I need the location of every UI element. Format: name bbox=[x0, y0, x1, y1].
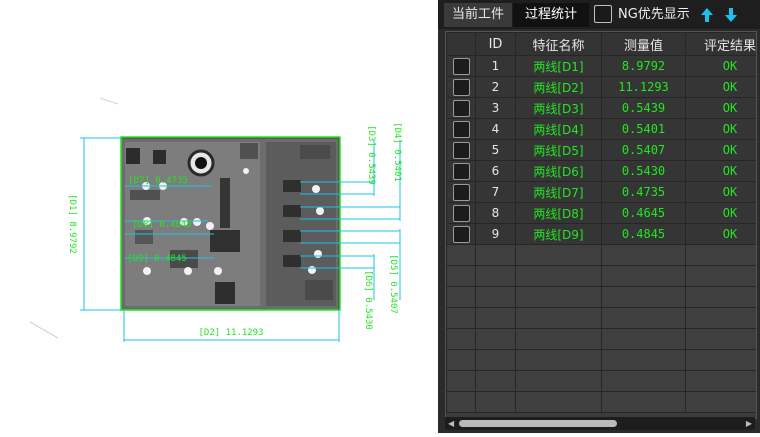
row-result: OK bbox=[685, 181, 756, 203]
row-id: 9 bbox=[475, 223, 516, 245]
table-header-row: ID 特征名称 测量值 评定结果 bbox=[446, 32, 756, 56]
row-measured-value: 0.4735 bbox=[601, 181, 686, 203]
table-row[interactable]: 7 两线[D7] 0.4735 OK bbox=[446, 181, 756, 203]
row-result: OK bbox=[685, 202, 756, 224]
scroll-left-icon[interactable]: ◀ bbox=[448, 419, 454, 428]
table-row[interactable]: 6 两线[D6] 0.5430 OK bbox=[446, 160, 756, 182]
ng-first-checkbox[interactable] bbox=[594, 5, 612, 23]
row-result: OK bbox=[685, 55, 756, 77]
row-feature-name: 两线[D1] bbox=[515, 55, 602, 77]
dimension-label-d1: [D1] 8.9792 bbox=[67, 194, 77, 254]
empty-row bbox=[446, 391, 756, 413]
row-id: 3 bbox=[475, 97, 516, 119]
row-result: OK bbox=[685, 223, 756, 245]
row-feature-name: 两线[D3] bbox=[515, 97, 602, 119]
row-checkbox[interactable] bbox=[452, 57, 470, 75]
empty-row bbox=[446, 286, 756, 308]
row-checkbox[interactable] bbox=[452, 99, 470, 117]
row-feature-name: 两线[D9] bbox=[515, 223, 602, 245]
panel-toolbar: 当前工件 过程统计 NG优先显示 bbox=[438, 0, 760, 29]
row-checkbox[interactable] bbox=[452, 78, 470, 96]
row-checkbox[interactable] bbox=[452, 183, 470, 201]
row-feature-name: 两线[D4] bbox=[515, 118, 602, 140]
tab-process-statistics[interactable]: 过程统计 bbox=[513, 3, 589, 27]
row-measured-value: 0.4845 bbox=[601, 223, 686, 245]
table-row[interactable]: 4 两线[D4] 0.5401 OK bbox=[446, 118, 756, 140]
row-feature-name: 两线[D5] bbox=[515, 139, 602, 161]
empty-row bbox=[446, 349, 756, 371]
scrollbar-thumb[interactable] bbox=[459, 420, 617, 427]
dimension-label-d7: [D7] 0.4735 bbox=[128, 176, 188, 186]
background-scratch bbox=[99, 97, 119, 105]
measurement-table: ID 特征名称 测量值 评定结果 1 两线[D1] 8.9792 OK 2 两线… bbox=[445, 31, 757, 419]
empty-row bbox=[446, 328, 756, 350]
row-measured-value: 0.5401 bbox=[601, 118, 686, 140]
row-result: OK bbox=[685, 97, 756, 119]
row-checkbox[interactable] bbox=[452, 225, 470, 243]
empty-row bbox=[446, 307, 756, 329]
row-measured-value: 0.4645 bbox=[601, 202, 686, 224]
background-scratch bbox=[29, 321, 59, 339]
row-id: 4 bbox=[475, 118, 516, 140]
dimension-label-d2: [D2] 11.1293 bbox=[198, 328, 263, 338]
horizontal-scrollbar[interactable]: ◀ ▶ bbox=[445, 417, 755, 430]
arrow-down-icon[interactable] bbox=[724, 7, 738, 23]
table-row[interactable]: 8 两线[D8] 0.4645 OK bbox=[446, 202, 756, 224]
scroll-right-icon[interactable]: ▶ bbox=[746, 419, 752, 428]
dimension-label-d6: [D6] 0.5430 bbox=[363, 270, 373, 330]
row-feature-name: 两线[D6] bbox=[515, 160, 602, 182]
table-row[interactable]: 2 两线[D2] 11.1293 OK bbox=[446, 76, 756, 98]
row-checkbox[interactable] bbox=[452, 120, 470, 138]
row-result: OK bbox=[685, 118, 756, 140]
row-checkbox[interactable] bbox=[452, 204, 470, 222]
dimension-label-d4: [D4] 0.5401 bbox=[392, 122, 402, 182]
row-measured-value: 0.5407 bbox=[601, 139, 686, 161]
dimension-label-d5: [D5] 0.5407 bbox=[388, 254, 398, 314]
header-select bbox=[446, 32, 476, 56]
row-checkbox[interactable] bbox=[452, 141, 470, 159]
row-id: 5 bbox=[475, 139, 516, 161]
row-feature-name: 两线[D2] bbox=[515, 76, 602, 98]
header-result: 评定结果 bbox=[685, 32, 756, 56]
table-row[interactable]: 1 两线[D1] 8.9792 OK bbox=[446, 55, 756, 77]
empty-row bbox=[446, 370, 756, 392]
row-measured-value: 0.5439 bbox=[601, 97, 686, 119]
tab-current-workpiece[interactable]: 当前工件 bbox=[444, 3, 512, 27]
row-measured-value: 11.1293 bbox=[601, 76, 686, 98]
row-feature-name: 两线[D7] bbox=[515, 181, 602, 203]
row-checkbox[interactable] bbox=[452, 162, 470, 180]
header-feature-name: 特征名称 bbox=[515, 32, 602, 56]
row-result: OK bbox=[685, 160, 756, 182]
header-measured-value: 测量值 bbox=[601, 32, 686, 56]
table-row[interactable]: 3 两线[D3] 0.5439 OK bbox=[446, 97, 756, 119]
row-id: 8 bbox=[475, 202, 516, 224]
results-panel: 当前工件 过程统计 NG优先显示 ID 特征名称 测量值 评定结果 1 两线[D… bbox=[438, 0, 760, 433]
row-result: OK bbox=[685, 76, 756, 98]
row-id: 6 bbox=[475, 160, 516, 182]
dimension-label-d9: [D9] 0.4845 bbox=[127, 254, 187, 264]
row-result: OK bbox=[685, 139, 756, 161]
empty-row bbox=[446, 265, 756, 287]
row-id: 7 bbox=[475, 181, 516, 203]
row-feature-name: 两线[D8] bbox=[515, 202, 602, 224]
row-id: 2 bbox=[475, 76, 516, 98]
inspection-canvas: [D1] 8.9792 [D2] 11.1293 [D3] 0.5439 [D4… bbox=[29, 97, 402, 342]
row-measured-value: 8.9792 bbox=[601, 55, 686, 77]
image-viewer[interactable]: [D1] 8.9792 [D2] 11.1293 [D3] 0.5439 [D4… bbox=[0, 0, 438, 433]
arrow-up-icon[interactable] bbox=[700, 7, 714, 23]
table-row[interactable]: 5 两线[D5] 0.5407 OK bbox=[446, 139, 756, 161]
row-id: 1 bbox=[475, 55, 516, 77]
table-row[interactable]: 9 两线[D9] 0.4845 OK bbox=[446, 223, 756, 245]
empty-row bbox=[446, 244, 756, 266]
row-measured-value: 0.5430 bbox=[601, 160, 686, 182]
dimension-label-d8: [D8] 0.4645 bbox=[132, 220, 192, 230]
header-id: ID bbox=[475, 32, 516, 56]
ng-first-label: NG优先显示 bbox=[618, 7, 690, 22]
dimension-label-d3: [D3] 0.5439 bbox=[366, 125, 376, 185]
